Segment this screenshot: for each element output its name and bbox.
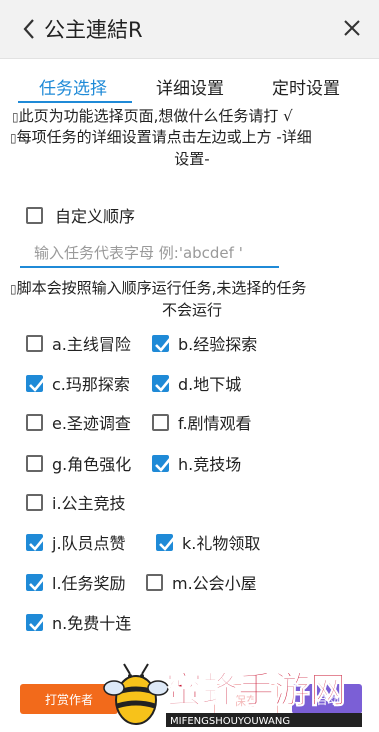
checkbox-box[interactable] bbox=[146, 573, 163, 591]
task-b[interactable]: b.经验探索 bbox=[152, 331, 257, 355]
start-button[interactable]: 启动 bbox=[292, 684, 362, 714]
title-bar: 公主連結R bbox=[0, 0, 379, 59]
checkmark-icon bbox=[29, 377, 46, 392]
checkmark-icon bbox=[155, 377, 172, 392]
task-label: m.公会小屋 bbox=[172, 574, 257, 593]
info-text-2a: 每项任务的详细设置请点击左边或上方 -详细 bbox=[16, 128, 312, 146]
task-j[interactable]: j.队员点赞 bbox=[26, 530, 126, 554]
checkbox-box[interactable] bbox=[26, 374, 46, 392]
checkmark-icon bbox=[29, 576, 46, 591]
task-h[interactable]: h.竞技场 bbox=[152, 451, 241, 475]
task-label: i.公主竞技 bbox=[52, 494, 126, 513]
task-n[interactable]: n.免费十连 bbox=[26, 610, 131, 634]
checkmark-icon bbox=[29, 536, 46, 551]
tab-task-select[interactable]: 任务选择 bbox=[39, 74, 107, 99]
checkbox-box[interactable] bbox=[26, 573, 46, 591]
task-c[interactable]: c.玛那探索 bbox=[26, 371, 130, 395]
missing-glyph-icon: ▯ bbox=[12, 110, 19, 124]
task-k[interactable]: k.礼物领取 bbox=[156, 530, 260, 554]
checkbox-box[interactable] bbox=[26, 613, 46, 631]
task-order-input[interactable] bbox=[20, 240, 279, 268]
tab-timer-settings[interactable]: 定时设置 bbox=[272, 74, 340, 99]
task-i[interactable]: i.公主竞技 bbox=[26, 490, 126, 514]
task-label: c.玛那探索 bbox=[52, 375, 130, 394]
checkbox-box[interactable] bbox=[26, 206, 43, 224]
task-g[interactable]: g.角色强化 bbox=[26, 451, 131, 475]
info-text-3b: 不会运行 bbox=[161, 301, 222, 319]
back-arrow-icon[interactable] bbox=[22, 18, 36, 40]
missing-glyph-icon: ▯ bbox=[10, 282, 17, 296]
task-label: h.竞技场 bbox=[178, 455, 242, 474]
info-text-1: 此页为功能选择页面,想做什么任务请打 √ bbox=[18, 107, 293, 125]
task-label: k.礼物领取 bbox=[182, 534, 261, 553]
task-l[interactable]: l.任务奖励 bbox=[26, 570, 126, 594]
custom-order-checkbox[interactable]: 自定义顺序 bbox=[26, 203, 135, 227]
info-text-2b: 设置- bbox=[174, 150, 210, 168]
task-label: e.圣迹调查 bbox=[52, 414, 131, 433]
task-label: f.剧情观看 bbox=[178, 414, 252, 433]
task-label: a.主线冒险 bbox=[52, 335, 131, 354]
checkbox-box[interactable] bbox=[26, 454, 43, 472]
info-text-3a: 脚本会按照输入顺序运行任务,未选择的任务 bbox=[16, 279, 307, 297]
checkbox-box[interactable] bbox=[26, 334, 43, 352]
tab-detail-settings[interactable]: 详细设置 bbox=[156, 74, 224, 99]
checkbox-box[interactable] bbox=[152, 374, 172, 392]
custom-order-label: 自定义顺序 bbox=[55, 207, 136, 226]
task-label: g.角色强化 bbox=[52, 455, 132, 474]
task-label: d.地下城 bbox=[178, 375, 242, 394]
task-label: j.队员点赞 bbox=[52, 534, 126, 553]
task-a[interactable]: a.主线冒险 bbox=[26, 331, 131, 355]
checkbox-box[interactable] bbox=[26, 493, 43, 511]
info-line-3: ▯脚本会按照输入顺序运行任务,未选择的任务 不会运行 bbox=[10, 278, 374, 321]
task-e[interactable]: e.圣迹调查 bbox=[26, 410, 131, 434]
checkmark-icon bbox=[155, 457, 172, 472]
task-f[interactable]: f.剧情观看 bbox=[152, 410, 252, 434]
checkmark-icon bbox=[159, 536, 176, 551]
checkbox-box[interactable] bbox=[152, 454, 172, 472]
missing-glyph-icon: ▯ bbox=[10, 131, 17, 145]
checkbox-box[interactable] bbox=[156, 533, 176, 551]
checkmark-icon bbox=[29, 616, 46, 631]
checkbox-box[interactable] bbox=[26, 413, 43, 431]
task-label: n.免费十连 bbox=[52, 614, 132, 633]
checkbox-box[interactable] bbox=[152, 413, 169, 431]
checkbox-box[interactable] bbox=[152, 334, 172, 352]
info-line-1: ▯此页为功能选择页面,想做什么任务请打 √ bbox=[12, 106, 372, 128]
active-tab-indicator bbox=[18, 101, 132, 103]
close-icon[interactable] bbox=[342, 18, 362, 38]
info-line-2: ▯每项任务的详细设置请点击左边或上方 -详细 设置- bbox=[10, 127, 374, 170]
reward-author-button[interactable]: 打赏作者 bbox=[20, 684, 118, 714]
task-m[interactable]: m.公会小屋 bbox=[146, 570, 257, 594]
checkmark-icon bbox=[155, 337, 172, 352]
app-title: 公主連結R bbox=[44, 18, 143, 42]
task-d[interactable]: d.地下城 bbox=[152, 371, 241, 395]
task-label: l.任务奖励 bbox=[52, 574, 126, 593]
checkbox-box[interactable] bbox=[26, 533, 46, 551]
task-label: b.经验探索 bbox=[178, 335, 258, 354]
save-button[interactable]: 保存 bbox=[214, 684, 278, 716]
tab-bar: 任务选择 详细设置 定时设置 bbox=[0, 70, 379, 104]
